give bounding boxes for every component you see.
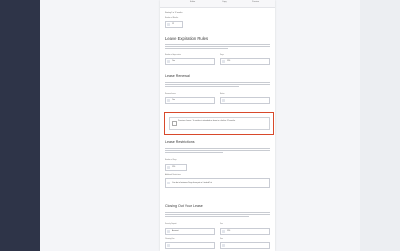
lease-renewal-title: Lease Renewal [165,74,190,78]
fee-label: Fee [220,224,223,225]
select-icon [167,99,170,102]
select-icon [167,60,170,63]
restrictions-days-label: Number of Days [165,160,177,161]
cleaning-fee-label: Cleaning Fee [165,239,175,240]
additional-restrictions-text: Can be in between Days from pet or Limit… [172,182,212,184]
days-field[interactable]: 120 [220,58,270,65]
restrictions-days-value: 120 [172,166,176,169]
renewal-notice-label: Notice [220,94,225,95]
calendar-icon [167,23,170,26]
security-deposit-field[interactable]: Amount [165,228,215,235]
dollar-icon [167,244,170,247]
select-icon [167,166,170,169]
due-field[interactable] [220,242,270,249]
additional-restrictions-label: Additional Restrictions [165,175,181,176]
fee-field[interactable]: 120 [220,228,270,235]
calendar-icon [222,244,225,247]
lease-renewal-text [165,82,270,88]
days-label: Days [220,55,224,56]
lease-restrictions-title: Lease Restrictions [165,140,195,144]
calendar-icon [222,230,225,233]
due-label: Due [220,239,223,240]
editor-tabs: Editor Copy Preview [160,0,275,8]
leave-expiration-text [165,44,270,50]
additional-restrictions-field[interactable]: Can be in between Days from pet or Limit… [165,178,270,188]
left-gutter [40,0,160,251]
notice-select[interactable]: Yes [165,58,215,65]
renewal-terms-select[interactable]: Yes [165,97,215,104]
top-heading: Starting 1 to 12 months [165,12,183,14]
lease-restrictions-text [165,148,270,154]
closing-title: Closing Out Your Lease [165,204,203,208]
security-deposit-label: Security Deposit [165,224,177,225]
months-value: 12 [172,23,175,26]
cleaning-fee-field[interactable] [165,242,215,249]
notice-label: Number of days notice [165,55,181,56]
left-sidebar [0,0,40,251]
leave-expiration-title: Leave Expiration Rules [165,36,209,41]
security-deposit-value: Amount [172,230,179,233]
right-gutter [275,0,360,251]
restrictions-days-field[interactable]: 120 [165,164,187,171]
right-panel [360,0,400,251]
calendar-icon [222,60,225,63]
renewal-terms-value: Yes [172,99,176,102]
clause-text: Premises Lease - To confirm is intended … [178,120,236,122]
highlighted-clause-box: Premises Lease - To confirm is intended … [164,112,274,135]
calendar-icon [222,99,225,102]
notice-value: Yes [172,60,176,63]
months-field[interactable]: 12 [165,21,183,28]
document-icon [172,121,177,126]
renewal-terms-label: Renewal terms [165,94,176,95]
dollar-icon [167,230,170,233]
tab-preview[interactable]: Preview [252,1,259,3]
clause-field[interactable]: Premises Lease - To confirm is intended … [169,117,270,130]
months-label: Number of Months [165,18,179,19]
tab-editor[interactable]: Editor [190,1,195,3]
days-value: 120 [227,60,231,63]
closing-text [165,212,270,218]
renewal-notice-field[interactable] [220,97,270,104]
document-icon [167,181,170,185]
tab-copy[interactable]: Copy [222,1,227,3]
fee-value: 120 [227,230,231,233]
